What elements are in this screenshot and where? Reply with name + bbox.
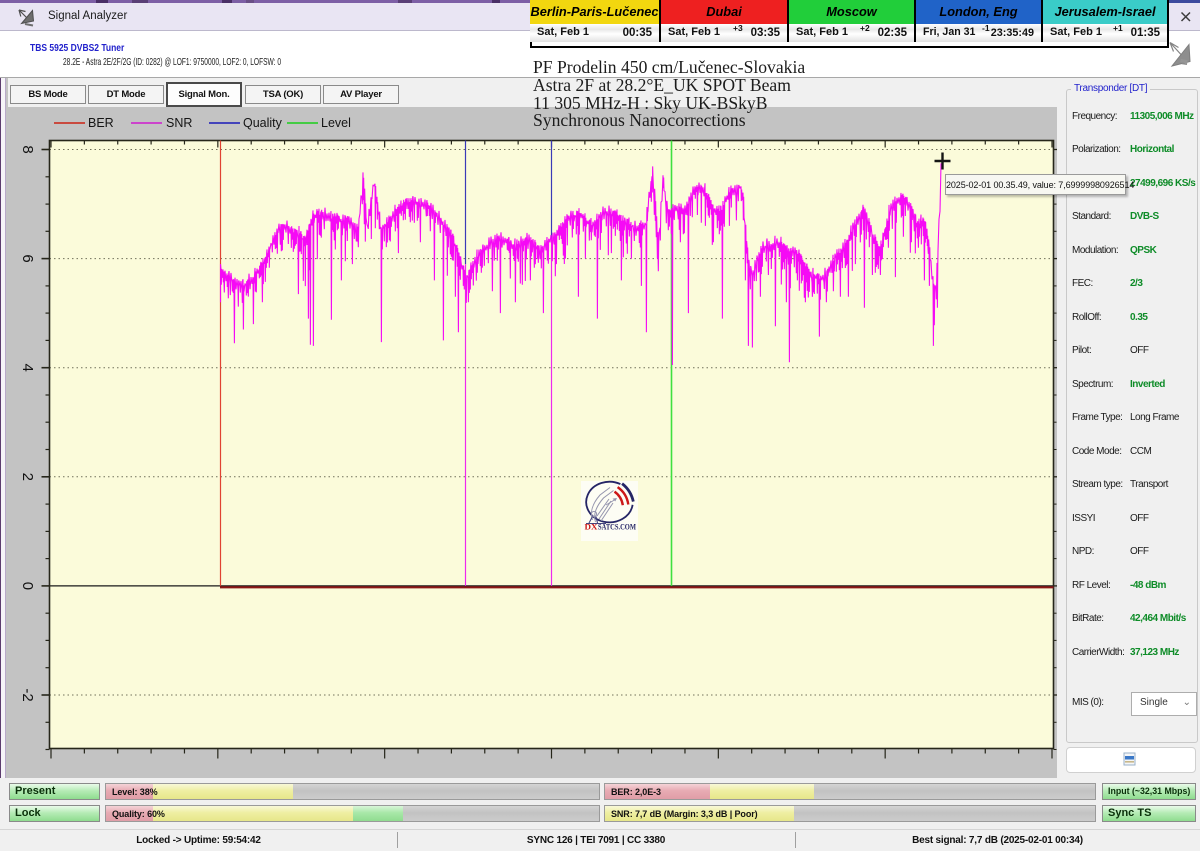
svg-text:0: 0 [19,582,36,590]
svg-text:8: 8 [19,145,36,153]
svg-text:SATCS.COM: SATCS.COM [598,522,636,532]
svg-text:DX: DX [585,522,599,532]
svg-text:6: 6 [19,254,36,262]
svg-text:4: 4 [19,364,36,372]
svg-text:-2: -2 [19,688,36,701]
svg-text:2: 2 [19,473,36,481]
